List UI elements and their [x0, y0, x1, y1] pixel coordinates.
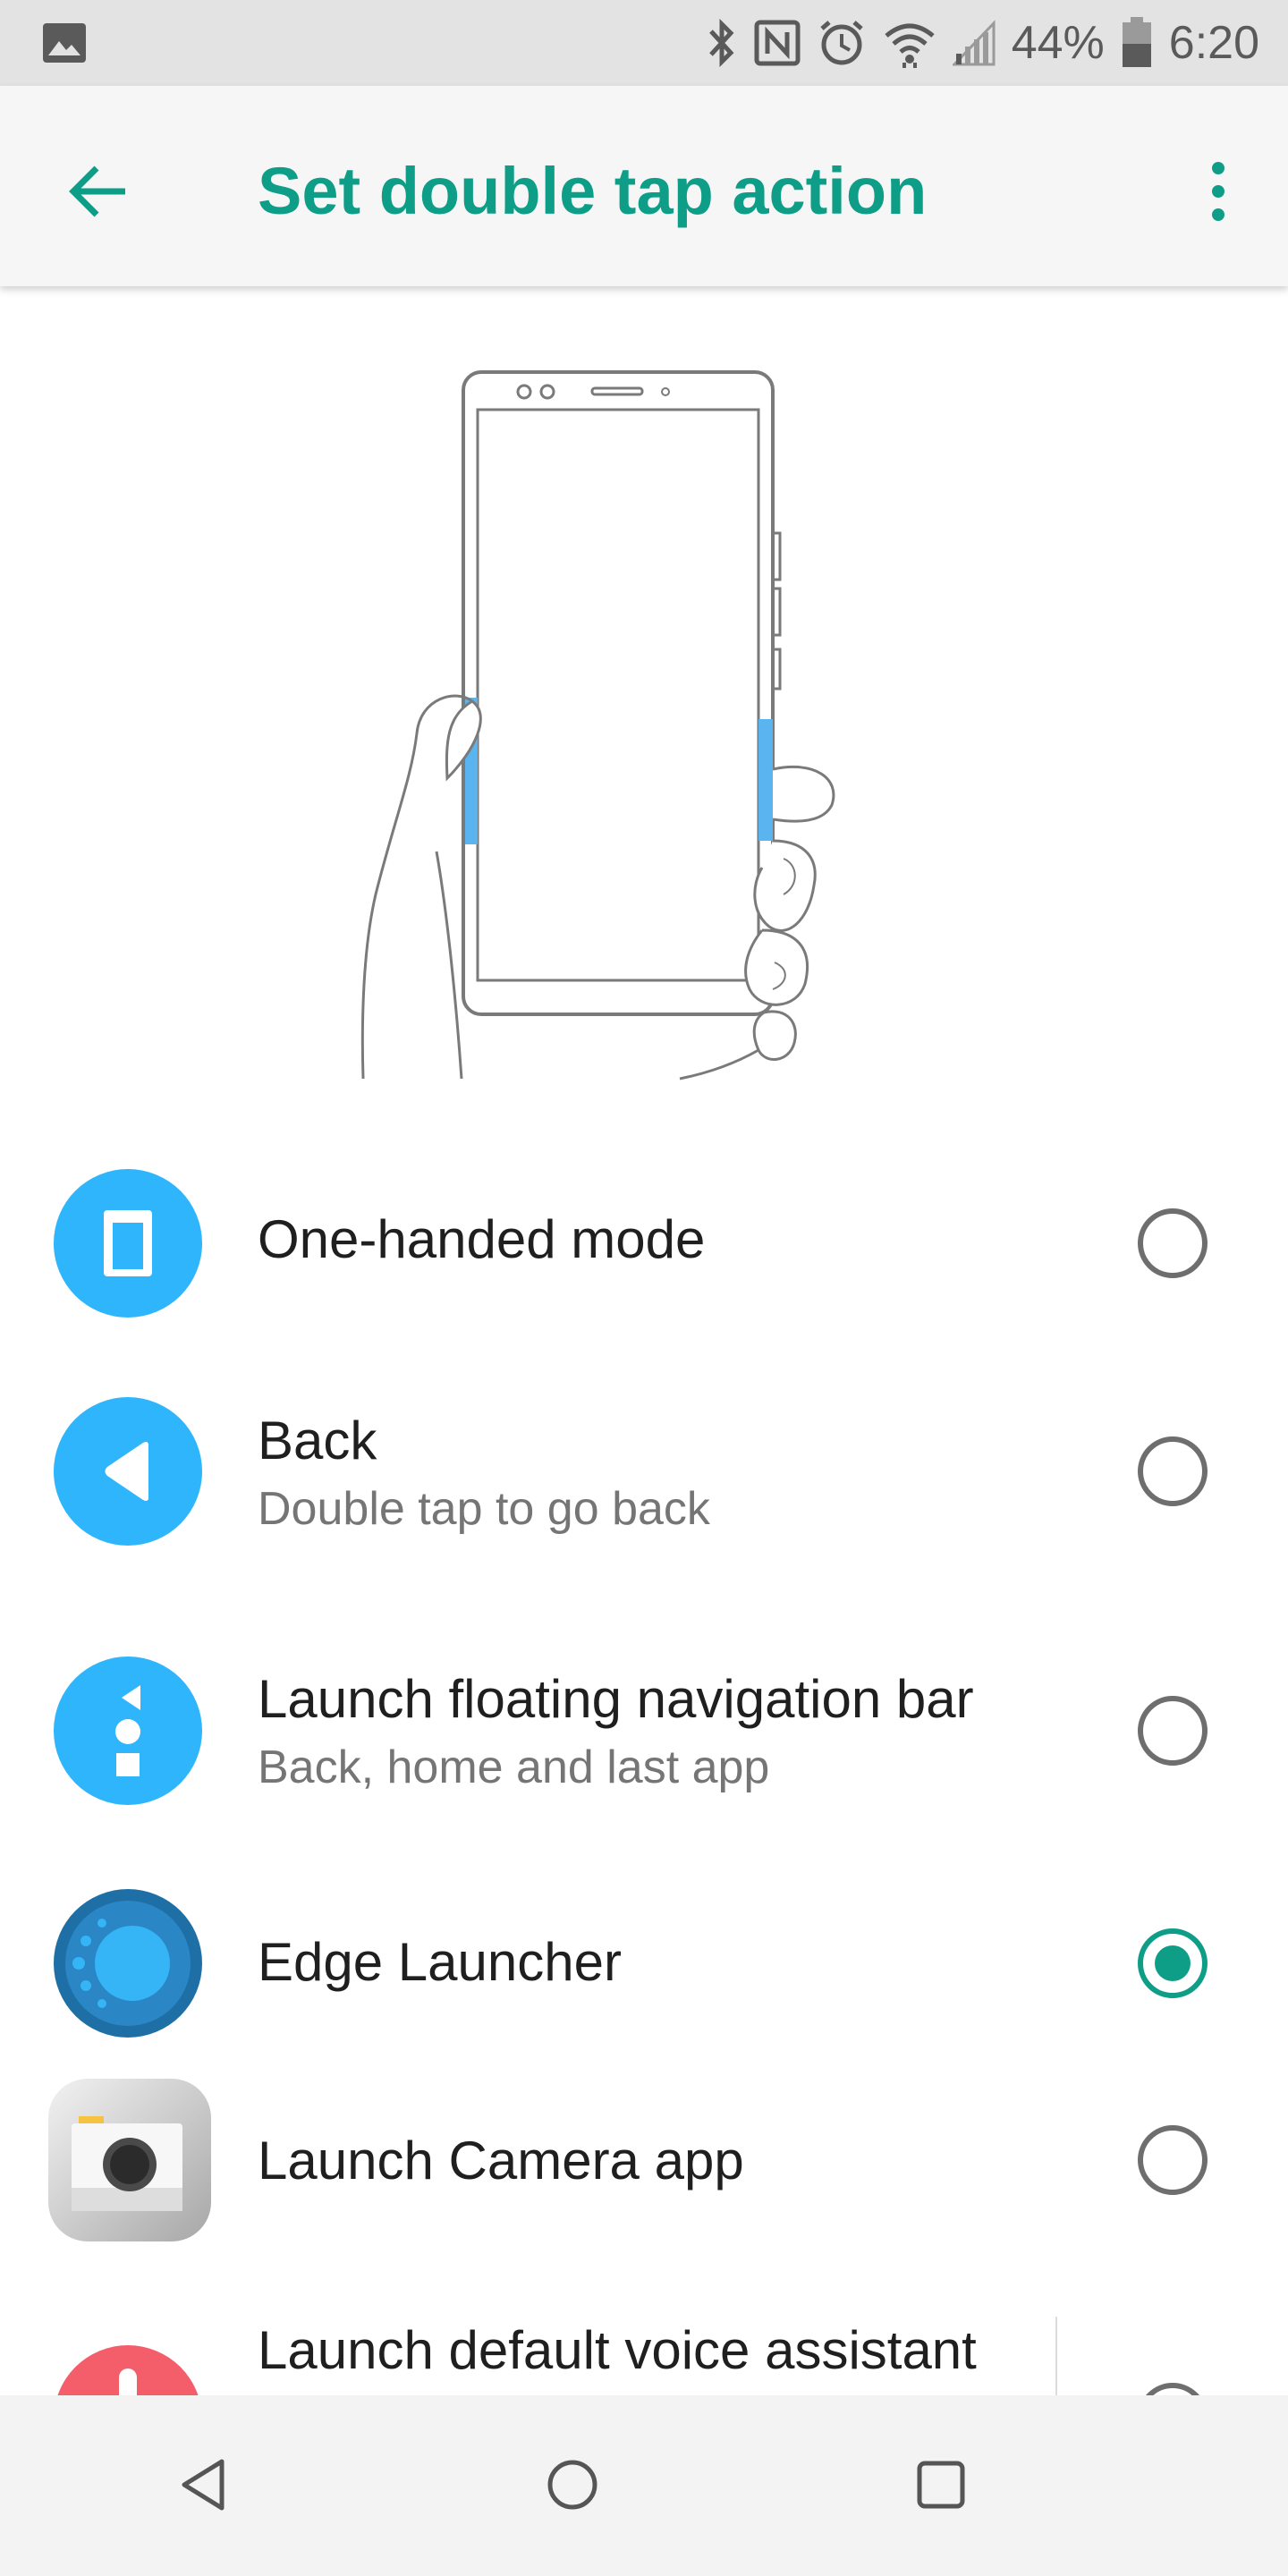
option-one-handed-mode[interactable]: One-handed mode — [0, 1163, 1288, 1324]
divider — [1055, 2317, 1057, 2395]
nav-recents-icon — [917, 2461, 965, 2509]
status-icons: 44% 6:20 — [706, 0, 1259, 86]
option-text: One-handed mode — [258, 1206, 1063, 1274]
voice-assistant-icon — [54, 2345, 202, 2395]
radio-floating-nav-bar[interactable] — [1138, 1696, 1208, 1766]
page-title: Set double tap action — [258, 154, 928, 228]
option-title: Launch Camera app — [258, 2131, 744, 2190]
option-text: Back Double tap to go back — [258, 1407, 1063, 1539]
navigation-bar — [0, 2395, 1288, 2576]
radio-edge-launcher[interactable] — [1138, 1928, 1208, 1998]
alarm-icon — [817, 18, 867, 68]
bluetooth-icon — [706, 19, 738, 67]
one-handed-mode-icon — [54, 1169, 202, 1318]
battery-icon — [1121, 17, 1153, 69]
more-vert-icon — [1212, 162, 1224, 221]
option-edge-launcher[interactable]: Edge Launcher — [0, 1887, 1288, 2039]
option-text: Edge Launcher — [258, 1928, 1063, 1996]
battery-percent: 44% — [1011, 17, 1105, 69]
option-text: Launch floating navigation bar Back, hom… — [258, 1665, 1063, 1798]
arrow-back-icon — [69, 165, 125, 217]
edge-launcher-icon — [54, 1889, 202, 2038]
radio-back[interactable] — [1138, 1436, 1208, 1506]
radio-one-handed-mode[interactable] — [1138, 1208, 1208, 1278]
wifi-icon — [883, 18, 936, 68]
screen: 44% 6:20 Set double tap action One-hande… — [0, 0, 1288, 2576]
nav-home-button[interactable] — [528, 2440, 617, 2529]
option-title: One-handed mode — [258, 1209, 706, 1269]
back-button[interactable] — [55, 148, 141, 234]
option-title: Back — [258, 1411, 377, 1470]
option-text: Launch Camera app — [258, 2127, 1063, 2195]
option-voice-assistant[interactable]: Launch default voice assistant — [0, 2290, 1288, 2395]
radio-voice-assistant[interactable] — [1138, 2383, 1208, 2395]
camera-app-icon — [45, 2075, 215, 2245]
image-icon — [43, 23, 86, 63]
nav-back-button[interactable] — [159, 2440, 249, 2529]
radio-launch-camera[interactable] — [1138, 2125, 1208, 2195]
option-text: Launch default voice assistant — [258, 2317, 1063, 2385]
option-floating-nav-bar[interactable]: Launch floating navigation bar Back, hom… — [0, 1657, 1288, 1818]
nav-back-icon — [182, 2459, 225, 2511]
status-bar: 44% 6:20 — [0, 0, 1288, 86]
option-title: Launch floating navigation bar — [258, 1669, 974, 1729]
more-options-button[interactable] — [1175, 148, 1261, 234]
nfc-icon — [754, 20, 801, 66]
nav-home-icon — [547, 2460, 597, 2510]
option-title: Edge Launcher — [258, 1932, 622, 1992]
option-title: Launch default voice assistant — [258, 2320, 977, 2380]
floating-nav-icon — [54, 1657, 202, 1805]
clock: 6:20 — [1168, 17, 1259, 69]
back-triangle-icon — [54, 1397, 202, 1546]
nav-recents-button[interactable] — [896, 2440, 986, 2529]
option-subtitle: Double tap to go back — [258, 1483, 710, 1535]
option-back[interactable]: Back Double tap to go back — [0, 1391, 1288, 1552]
option-launch-camera[interactable]: Launch Camera app — [0, 2075, 1288, 2245]
hand-holding-phone-illustration — [340, 358, 859, 1091]
app-bar: Set double tap action — [0, 86, 1288, 286]
signal-icon — [952, 20, 996, 66]
option-subtitle: Back, home and last app — [258, 1741, 770, 1793]
